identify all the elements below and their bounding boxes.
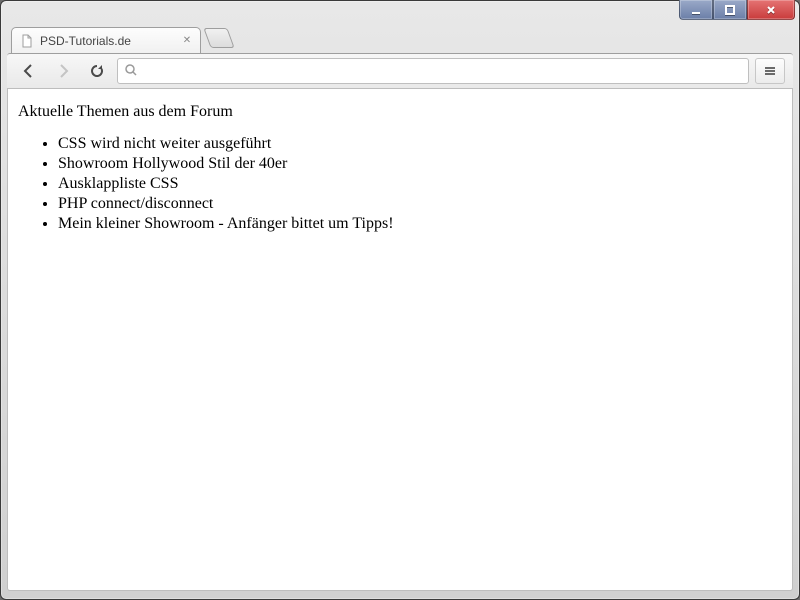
search-icon [124,63,138,80]
new-tab-button[interactable] [203,28,234,48]
page-viewport[interactable]: Aktuelle Themen aus dem Forum CSS wird n… [7,89,793,591]
browser-tab[interactable]: PSD-Tutorials.de ✕ [11,27,201,53]
window-controls [679,0,795,20]
hamburger-icon [763,64,777,78]
forum-topic-list: CSS wird nicht weiter ausgeführt Showroo… [18,135,782,233]
tab-close-icon[interactable]: ✕ [182,36,192,46]
list-item: CSS wird nicht weiter ausgeführt [58,135,782,153]
reload-button[interactable] [83,58,111,84]
address-bar[interactable] [117,58,749,84]
list-item: Mein kleiner Showroom - Anfänger bittet … [58,215,782,233]
window-close-button[interactable] [747,0,795,20]
window-minimize-button[interactable] [679,0,713,20]
forward-button[interactable] [49,58,77,84]
window-maximize-button[interactable] [713,0,747,20]
address-input[interactable] [144,64,742,79]
tab-strip: PSD-Tutorials.de ✕ [1,25,799,53]
menu-button[interactable] [755,58,785,84]
back-button[interactable] [15,58,43,84]
list-item: Showroom Hollywood Stil der 40er [58,155,782,173]
list-item: PHP connect/disconnect [58,195,782,213]
browser-toolbar [7,53,793,89]
page-heading: Aktuelle Themen aus dem Forum [18,103,782,121]
tab-title: PSD-Tutorials.de [40,34,176,48]
page-content: Aktuelle Themen aus dem Forum CSS wird n… [8,89,792,249]
page-icon [20,34,34,48]
browser-window: PSD-Tutorials.de ✕ [0,0,800,600]
list-item: Ausklappliste CSS [58,175,782,193]
